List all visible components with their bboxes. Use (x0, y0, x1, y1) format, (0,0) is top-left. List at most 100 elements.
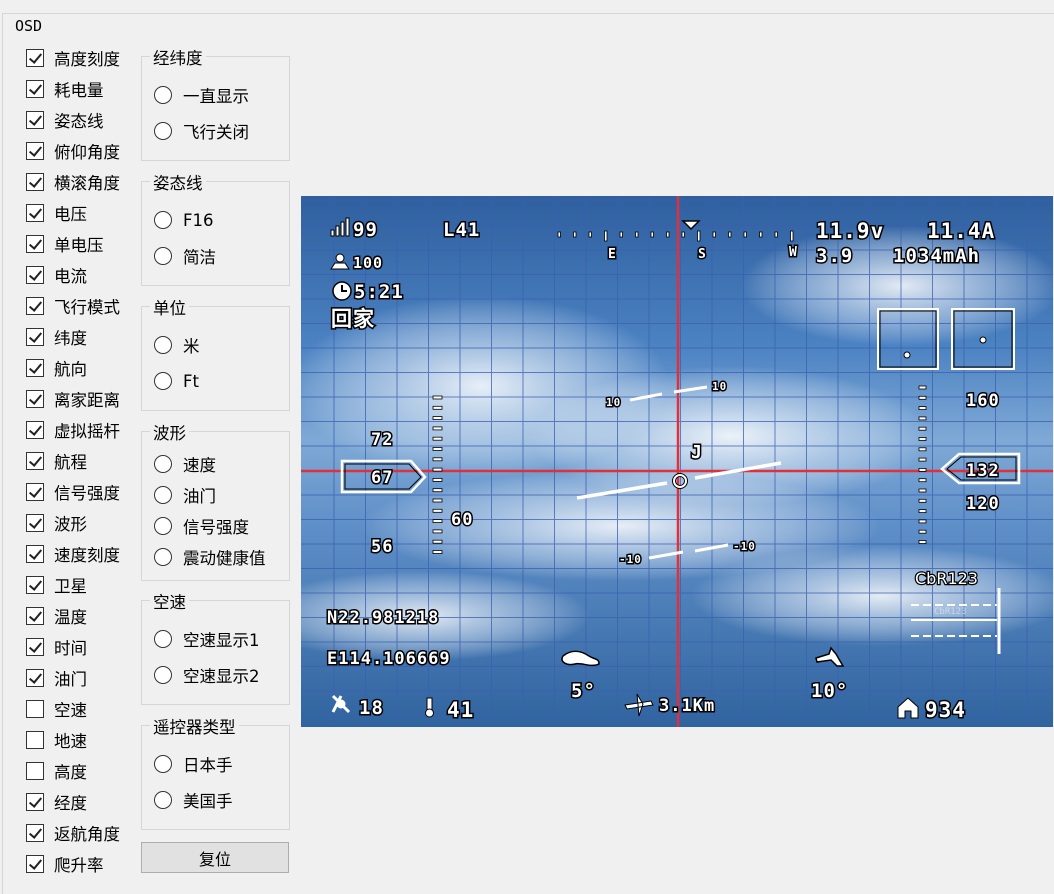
radio-button[interactable] (154, 630, 172, 648)
checkbox-box[interactable] (26, 266, 44, 284)
compass-tick (774, 231, 778, 238)
radio-mode-japan[interactable]: 日本手 (154, 753, 233, 775)
checkbox-altitude[interactable]: 高度 (26, 760, 87, 782)
latitude-value: N22.981218 (327, 608, 439, 628)
checkbox-box[interactable] (26, 607, 44, 625)
radio-always-show[interactable]: 一直显示 (154, 84, 249, 106)
checkbox-box[interactable] (26, 545, 44, 563)
checkbox-box[interactable] (26, 452, 44, 470)
checkbox-latitude[interactable]: 纬度 (26, 326, 87, 348)
checkbox-box[interactable] (26, 111, 44, 129)
checkbox-label: 离家距离 (54, 391, 120, 410)
checkbox-box[interactable] (26, 142, 44, 160)
radio-hide-in-flight[interactable]: 飞行关闭 (154, 120, 249, 142)
radio-feet[interactable]: Ft (154, 370, 199, 392)
radio-mode-usa[interactable]: 美国手 (154, 789, 233, 811)
radio-button[interactable] (154, 755, 172, 773)
checkbox-box[interactable] (26, 762, 44, 780)
checkbox-box[interactable] (26, 49, 44, 67)
compass-tick (743, 231, 747, 238)
checkbox-box[interactable] (26, 297, 44, 315)
checkbox-satellites[interactable]: 卫星 (26, 574, 87, 596)
radio-button[interactable] (154, 211, 172, 229)
checkbox-climb-rate[interactable]: 爬升率 (26, 853, 104, 875)
checkbox-box[interactable] (26, 638, 44, 656)
checkbox-box[interactable] (26, 514, 44, 532)
radio-airspeed-2[interactable]: 空速显示2 (154, 664, 260, 686)
radio-button[interactable] (154, 791, 172, 809)
radio-button[interactable] (154, 247, 172, 265)
radio-airspeed-1[interactable]: 空速显示1 (154, 628, 260, 650)
checkbox-speed-scale[interactable]: 速度刻度 (26, 543, 120, 565)
checkbox-longitude[interactable]: 经度 (26, 791, 87, 813)
radio-throttle[interactable]: 油门 (154, 484, 216, 506)
radio-button[interactable] (154, 336, 172, 354)
speed-tick (432, 467, 443, 472)
checkbox-box[interactable] (26, 731, 44, 749)
checkbox-box[interactable] (26, 700, 44, 718)
checkbox-box[interactable] (26, 824, 44, 842)
radio-button[interactable] (154, 122, 172, 140)
checkbox-box[interactable] (26, 483, 44, 501)
radio-speed[interactable]: 速度 (154, 453, 216, 475)
checkbox-box[interactable] (26, 576, 44, 594)
radio-f16[interactable]: F16 (154, 209, 214, 231)
checkbox-roll-angle[interactable]: 横滚角度 (26, 171, 120, 193)
checkbox-power-consumption[interactable]: 耗电量 (26, 78, 104, 100)
radio-label: F16 (183, 210, 214, 230)
compass-tick (557, 231, 561, 238)
thermometer-icon (425, 697, 434, 718)
checkbox-box[interactable] (26, 173, 44, 191)
radio-button[interactable] (154, 486, 172, 504)
checkbox-altitude-scale[interactable]: 高度刻度 (26, 47, 120, 69)
altitude-tick (918, 519, 927, 524)
radio-button[interactable] (154, 455, 172, 473)
osd-group-title: OSD (11, 17, 47, 35)
checkbox-box[interactable] (26, 855, 44, 873)
radio-button[interactable] (154, 666, 172, 684)
radio-simple[interactable]: 简洁 (154, 245, 216, 267)
checkbox-time[interactable]: 时间 (26, 636, 87, 658)
altitude-tick (918, 540, 927, 544)
checkbox-home-distance[interactable]: 离家距离 (26, 388, 120, 410)
checkbox-throttle[interactable]: 油门 (26, 667, 87, 689)
radio-button[interactable] (154, 372, 172, 390)
checkbox-flight-mode[interactable]: 飞行模式 (26, 295, 120, 317)
checkbox-attitude-line[interactable]: 姿态线 (26, 109, 104, 131)
checkbox-trip[interactable]: 航程 (26, 450, 87, 472)
checkbox-signal-strength[interactable]: 信号强度 (26, 481, 120, 503)
checkbox-box[interactable] (26, 359, 44, 377)
radio-button[interactable] (154, 517, 172, 535)
checkbox-box[interactable] (26, 793, 44, 811)
checkbox-waveform[interactable]: 波形 (26, 512, 87, 534)
checkbox-box[interactable] (26, 669, 44, 687)
checkbox-box[interactable] (26, 390, 44, 408)
reset-button[interactable]: 复位 (141, 842, 289, 873)
checkbox-box[interactable] (26, 235, 44, 253)
checkbox-cell-voltage[interactable]: 单电压 (26, 233, 104, 255)
speed-tick (432, 488, 443, 493)
checkbox-return-angle[interactable]: 返航角度 (26, 822, 120, 844)
checkbox-box[interactable] (26, 421, 44, 439)
radio-meters[interactable]: 米 (154, 334, 200, 356)
checkbox-box[interactable] (26, 328, 44, 346)
radio-vibration-health[interactable]: 震动健康值 (154, 546, 266, 568)
checkbox-box[interactable] (26, 80, 44, 98)
checkbox-box[interactable] (26, 204, 44, 222)
checkbox-ground-speed[interactable]: 地速 (26, 729, 87, 751)
radio-button[interactable] (154, 548, 172, 566)
radio-button[interactable] (154, 86, 172, 104)
altitude-tick (918, 447, 927, 452)
checkbox-virtual-stick[interactable]: 虚拟摇杆 (26, 419, 120, 441)
checkbox-heading[interactable]: 航向 (26, 357, 87, 379)
compass-tick (728, 231, 732, 238)
group-title: 经纬度 (150, 45, 206, 69)
checkbox-pitch-angle[interactable]: 俯仰角度 (26, 140, 120, 162)
checkbox-current[interactable]: 电流 (26, 264, 87, 286)
speed-tick (432, 405, 443, 410)
checkbox-airspeed[interactable]: 空速 (26, 698, 87, 720)
checkbox-temperature[interactable]: 温度 (26, 605, 87, 627)
checkbox-voltage[interactable]: 电压 (26, 202, 87, 224)
checkbox-label: 单电压 (54, 236, 104, 255)
radio-signal-strength[interactable]: 信号强度 (154, 515, 249, 537)
